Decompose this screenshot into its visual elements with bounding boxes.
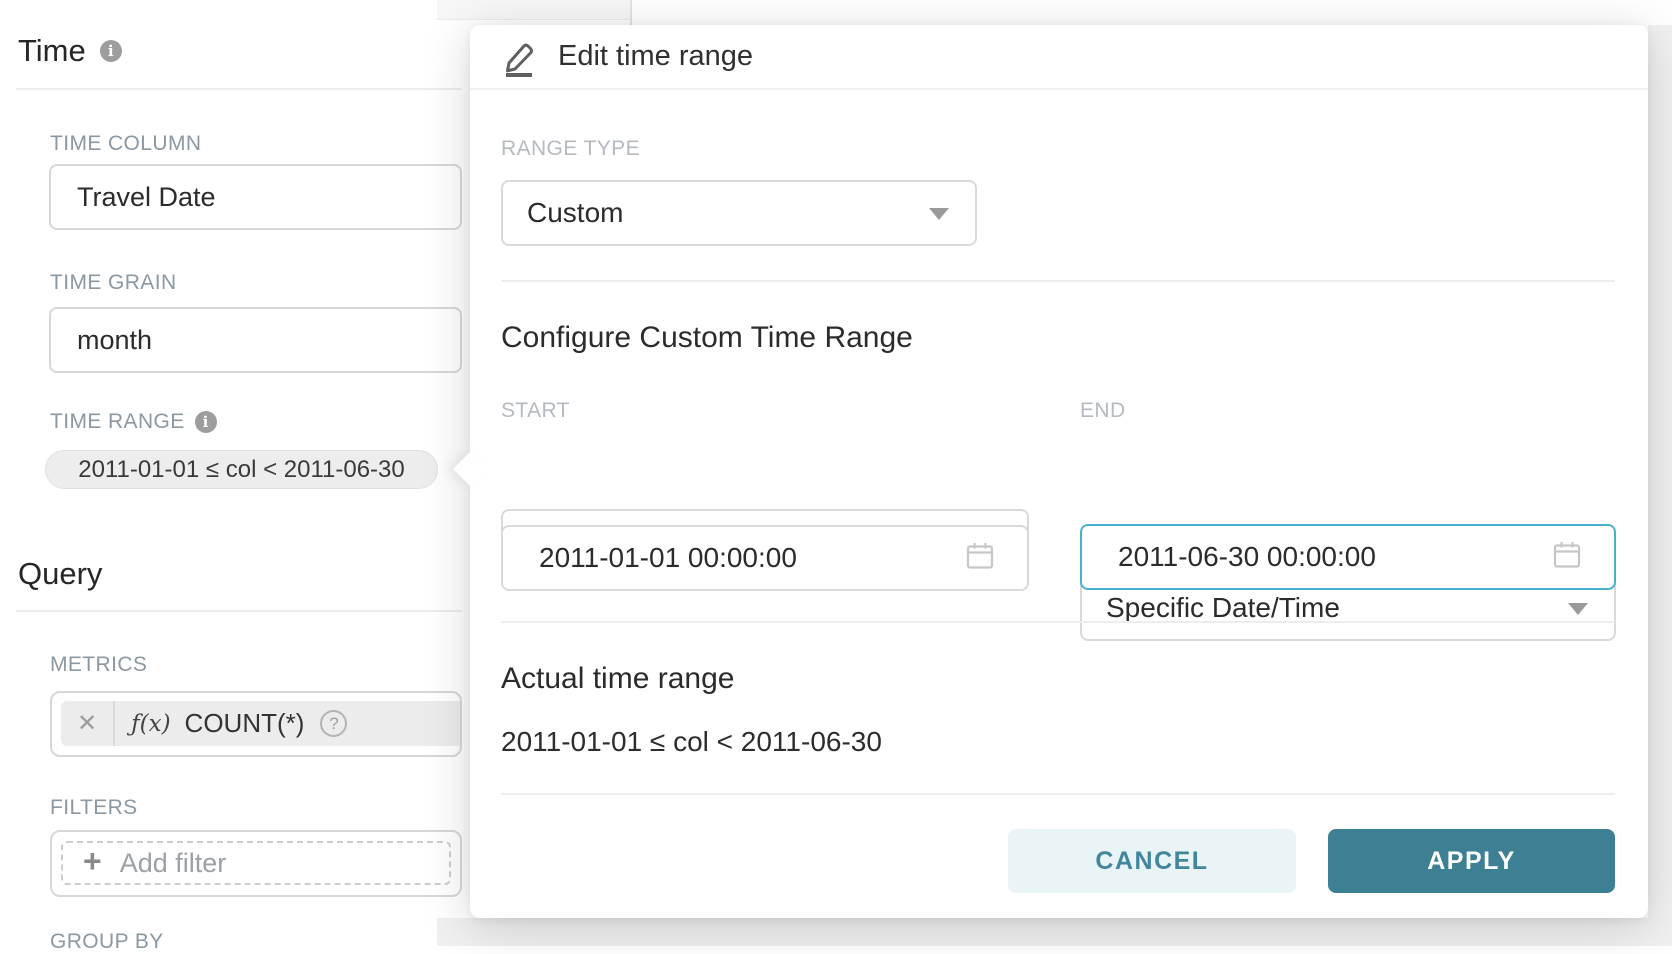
- function-icon: ƒ(x): [131, 711, 170, 737]
- range-type-value: Custom: [527, 197, 623, 229]
- edit-pencil-icon: [500, 37, 538, 77]
- range-type-label: RANGE TYPE: [501, 137, 640, 161]
- metric-name: COUNT(*): [185, 708, 305, 739]
- metrics-label: METRICS: [50, 653, 147, 677]
- time-range-label: TIME RANGE i: [50, 410, 217, 434]
- metric-chip[interactable]: ✕ ƒ(x) COUNT(*) ?: [61, 701, 460, 746]
- control-panel: Time i TIME COLUMN Travel Date TIME GRAI…: [0, 0, 470, 946]
- end-date-field: [1080, 524, 1616, 590]
- remove-metric-icon[interactable]: ✕: [61, 709, 113, 738]
- time-section-divider: [16, 88, 462, 90]
- actual-time-range-value: 2011-01-01 ≤ col < 2011-06-30: [501, 726, 882, 758]
- range-type-select[interactable]: Custom: [501, 180, 977, 246]
- start-label: START: [501, 399, 570, 423]
- time-range-pill[interactable]: 2011-01-01 ≤ col < 2011-06-30: [45, 450, 438, 489]
- time-grain-value: month: [77, 325, 152, 356]
- query-section-divider: [16, 610, 462, 612]
- time-range-pill-text: 2011-01-01 ≤ col < 2011-06-30: [78, 456, 405, 484]
- footer-divider: [501, 793, 1615, 795]
- time-column-value: Travel Date: [77, 182, 216, 213]
- add-filter-button[interactable]: + Add filter: [61, 841, 451, 885]
- end-type-value: Specific Date/Time: [1106, 592, 1340, 624]
- time-section-title: Time i: [18, 33, 122, 69]
- info-icon[interactable]: i: [100, 40, 122, 62]
- time-range-label-text: TIME RANGE: [50, 410, 185, 434]
- start-date-input[interactable]: [501, 525, 1029, 591]
- filters-container: + Add filter: [50, 830, 462, 897]
- chip-separator: [113, 701, 115, 746]
- add-filter-label: Add filter: [120, 848, 227, 879]
- apply-button[interactable]: APPLY: [1328, 829, 1615, 893]
- actual-time-range-heading: Actual time range: [501, 662, 734, 696]
- query-section-label: Query: [18, 556, 102, 592]
- metrics-container[interactable]: ✕ ƒ(x) COUNT(*) ?: [50, 691, 462, 757]
- calendar-icon[interactable]: [1552, 540, 1582, 575]
- configure-heading: Configure Custom Time Range: [501, 321, 913, 355]
- background-bottom: [437, 918, 1672, 946]
- time-column-select[interactable]: Travel Date: [49, 164, 462, 230]
- cancel-button[interactable]: CANCEL: [1008, 829, 1296, 893]
- panel-divider-line: [630, 0, 632, 25]
- time-grain-label: TIME GRAIN: [50, 271, 177, 295]
- metric-help-icon[interactable]: ?: [320, 710, 347, 737]
- plus-icon: +: [83, 843, 102, 880]
- group-by-label: GROUP BY: [50, 930, 164, 954]
- background-right: [1648, 25, 1672, 946]
- query-section-title: Query: [18, 556, 102, 592]
- filters-label: FILTERS: [50, 796, 138, 820]
- popover-title: Edit time range: [558, 40, 753, 73]
- time-section-label: Time: [18, 33, 86, 69]
- edit-time-range-popover: Edit time range RANGE TYPE Custom Config…: [470, 25, 1648, 918]
- info-icon[interactable]: i: [195, 411, 217, 433]
- end-date-input[interactable]: [1080, 524, 1616, 590]
- popover-header: Edit time range: [470, 25, 1648, 90]
- start-date-field: [501, 525, 1029, 591]
- end-label: END: [1080, 399, 1126, 423]
- section-divider: [501, 621, 1615, 623]
- chevron-down-icon: [929, 208, 949, 220]
- section-divider: [501, 280, 1615, 282]
- calendar-icon[interactable]: [965, 541, 995, 576]
- chevron-down-icon: [1568, 603, 1588, 615]
- time-column-label: TIME COLUMN: [50, 132, 201, 156]
- time-grain-select[interactable]: month: [49, 307, 462, 373]
